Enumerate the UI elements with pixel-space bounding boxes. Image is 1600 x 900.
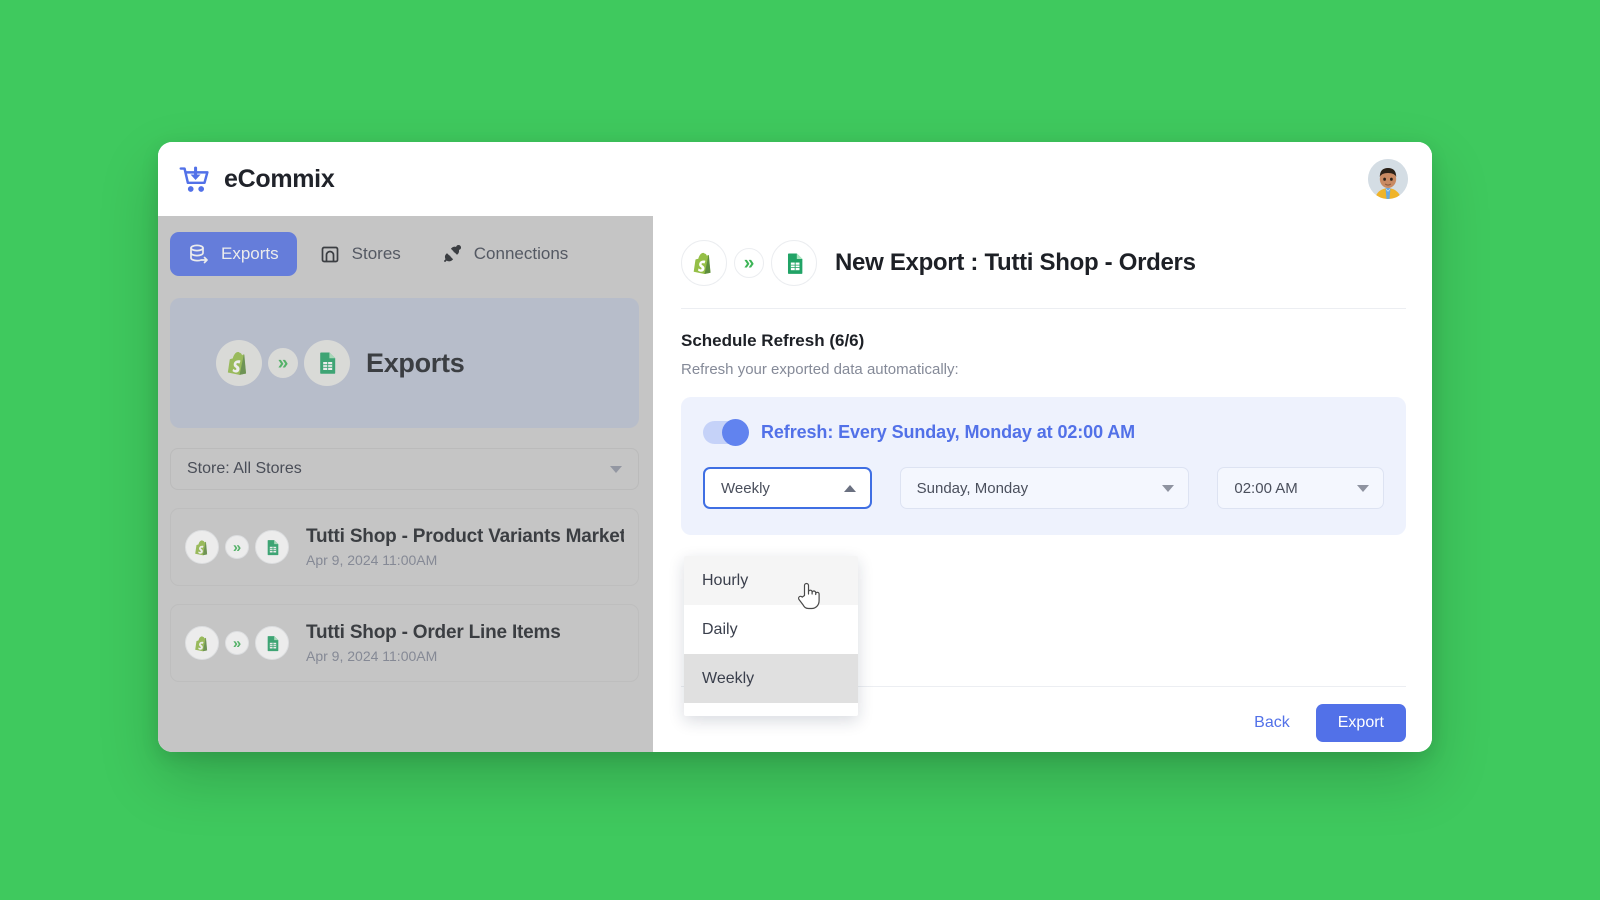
store-filter-select[interactable]: Store: All Stores (170, 448, 639, 490)
schedule-selects: Weekly Sunday, Monday 02:00 AM (703, 467, 1385, 509)
plug-connector-icon (441, 243, 463, 265)
exports-summary-card: » Exports (170, 298, 639, 428)
export-date: Apr 9, 2024 11:00AM (306, 648, 438, 664)
dropdown-option-daily[interactable]: Daily (684, 605, 858, 654)
source-target-chain: » (216, 340, 350, 386)
nav-tab-label: Stores (351, 244, 401, 263)
refresh-toggle-row: Refresh: Every Sunday, Monday at 02:00 A… (703, 419, 1384, 446)
step-title: Schedule Refresh (6/6) (681, 331, 865, 350)
list-item-text: Tutti Shop - Product Variants Market Apr… (306, 526, 624, 568)
shopify-icon (681, 240, 727, 286)
double-chevron-right-icon: » (225, 631, 249, 655)
chevron-down-icon (1357, 484, 1370, 492)
refresh-toggle[interactable] (703, 419, 749, 446)
source-target-chain: » (185, 626, 289, 660)
double-chevron-right-icon: » (268, 348, 298, 378)
footer-actions: Back Export (1250, 704, 1406, 742)
nav-tab-label: Connections (473, 244, 569, 263)
top-bar: eCommix (158, 142, 1432, 216)
dropdown-option-weekly[interactable]: Weekly (684, 654, 858, 703)
google-sheets-icon (304, 340, 350, 386)
export-button[interactable]: Export (1315, 704, 1406, 742)
google-sheets-icon (771, 240, 817, 286)
frequency-dropdown[interactable]: Hourly Daily Weekly (684, 556, 858, 716)
frequency-select-value: Weekly (721, 479, 770, 497)
export-name: Tutti Shop - Product Variants Market (306, 526, 624, 547)
user-avatar[interactable] (1368, 159, 1408, 199)
store-filter-label: Store: All Stores (187, 460, 302, 477)
page-title: New Export : Tutti Shop - Orders (835, 249, 1196, 276)
exports-card-title: Exports (366, 347, 465, 378)
shopify-icon (185, 626, 219, 660)
list-item[interactable]: » Tutti Shop - Order Line Items Apr 9, 2… (170, 604, 639, 682)
time-select-value: 02:00 AM (1234, 479, 1298, 497)
nav-tab-connections[interactable]: Connections (423, 232, 587, 276)
double-chevron-right-icon: » (225, 535, 249, 559)
nav-tab-label: Exports (221, 244, 279, 263)
export-name: Tutti Shop - Order Line Items (306, 622, 561, 643)
step-subtitle: Refresh your exported data automatically… (681, 361, 959, 378)
brand-name: eCommix (224, 164, 335, 193)
source-target-chain: » (681, 240, 817, 286)
main-header: » New Export : Tutti Shop - Orders (681, 240, 1406, 309)
list-item[interactable]: » Tutti Shop - Product Variants Market A… (170, 508, 639, 586)
refresh-panel: Refresh: Every Sunday, Monday at 02:00 A… (681, 397, 1406, 535)
time-select[interactable]: 02:00 AM (1217, 467, 1385, 509)
chevron-down-icon (610, 465, 622, 473)
storefront-icon (319, 243, 341, 265)
nav-tab-exports[interactable]: Exports (170, 232, 297, 276)
toggle-knob (722, 419, 749, 446)
days-select-value: Sunday, Monday (916, 479, 1029, 497)
dropdown-option-partial[interactable] (684, 703, 858, 716)
shopify-icon (185, 530, 219, 564)
dropdown-option-hourly[interactable]: Hourly (684, 556, 858, 605)
export-date: Apr 9, 2024 11:00AM (306, 552, 438, 568)
google-sheets-icon (255, 530, 289, 564)
nav-tabs: Exports Stores Connections (170, 230, 639, 276)
source-target-chain: » (185, 530, 289, 564)
days-select[interactable]: Sunday, Monday (899, 467, 1190, 509)
shopping-cart-download-icon (176, 160, 214, 198)
brand[interactable]: eCommix (176, 160, 335, 198)
refresh-summary-label: Refresh: Every Sunday, Monday at 02:00 A… (761, 422, 1136, 442)
nav-tab-stores[interactable]: Stores (301, 232, 419, 276)
database-export-icon (188, 243, 210, 265)
list-item-text: Tutti Shop - Order Line Items Apr 9, 202… (306, 622, 561, 664)
back-button[interactable]: Back (1250, 708, 1294, 738)
sidebar: Exports Stores Connections » Exports Sto… (158, 216, 653, 752)
frequency-select[interactable]: Weekly (703, 467, 872, 509)
chevron-down-icon (1162, 484, 1175, 492)
screenshot-stage: eCommix Exports Stores Connections » Exp… (0, 0, 1600, 900)
double-chevron-right-icon: » (734, 248, 764, 278)
chevron-up-icon (843, 484, 856, 492)
google-sheets-icon (255, 626, 289, 660)
shopify-icon (216, 340, 262, 386)
